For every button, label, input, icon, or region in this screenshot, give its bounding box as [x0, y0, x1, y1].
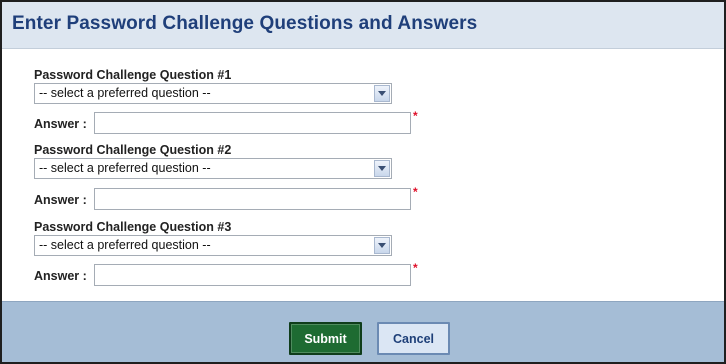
- page-title: Enter Password Challenge Questions and A…: [12, 13, 478, 34]
- answer-3-field[interactable]: [94, 264, 411, 286]
- chevron-down-icon[interactable]: [374, 237, 390, 254]
- cancel-button[interactable]: Cancel: [377, 322, 450, 355]
- submit-button[interactable]: Submit: [289, 322, 362, 355]
- answer-2-label: Answer :: [34, 193, 87, 207]
- question-3-label: Password Challenge Question #3: [34, 220, 232, 234]
- question-1-label: Password Challenge Question #1: [34, 68, 232, 82]
- chevron-down-icon[interactable]: [374, 160, 390, 177]
- panel-header: Enter Password Challenge Questions and A…: [2, 2, 724, 49]
- question-3-selected-value: -- select a preferred question --: [39, 238, 211, 252]
- required-marker-2: *: [413, 185, 418, 199]
- chevron-down-icon[interactable]: [374, 85, 390, 102]
- answer-3-label: Answer :: [34, 269, 87, 283]
- question-1-selected-value: -- select a preferred question --: [39, 86, 211, 100]
- required-marker-3: *: [413, 261, 418, 275]
- answer-1-label: Answer :: [34, 117, 87, 131]
- question-3-select[interactable]: -- select a preferred question --: [34, 235, 392, 256]
- answer-1-field[interactable]: [94, 112, 411, 134]
- question-2-label: Password Challenge Question #2: [34, 143, 232, 157]
- challenge-questions-panel: Enter Password Challenge Questions and A…: [0, 0, 726, 364]
- question-2-select[interactable]: -- select a preferred question --: [34, 158, 392, 179]
- question-1-select[interactable]: -- select a preferred question --: [34, 83, 392, 104]
- form-footer: Submit Cancel: [2, 301, 724, 362]
- questions-form: Password Challenge Question #1 -- select…: [2, 49, 724, 301]
- answer-2-field[interactable]: [94, 188, 411, 210]
- required-marker-1: *: [413, 109, 418, 123]
- question-2-selected-value: -- select a preferred question --: [39, 161, 211, 175]
